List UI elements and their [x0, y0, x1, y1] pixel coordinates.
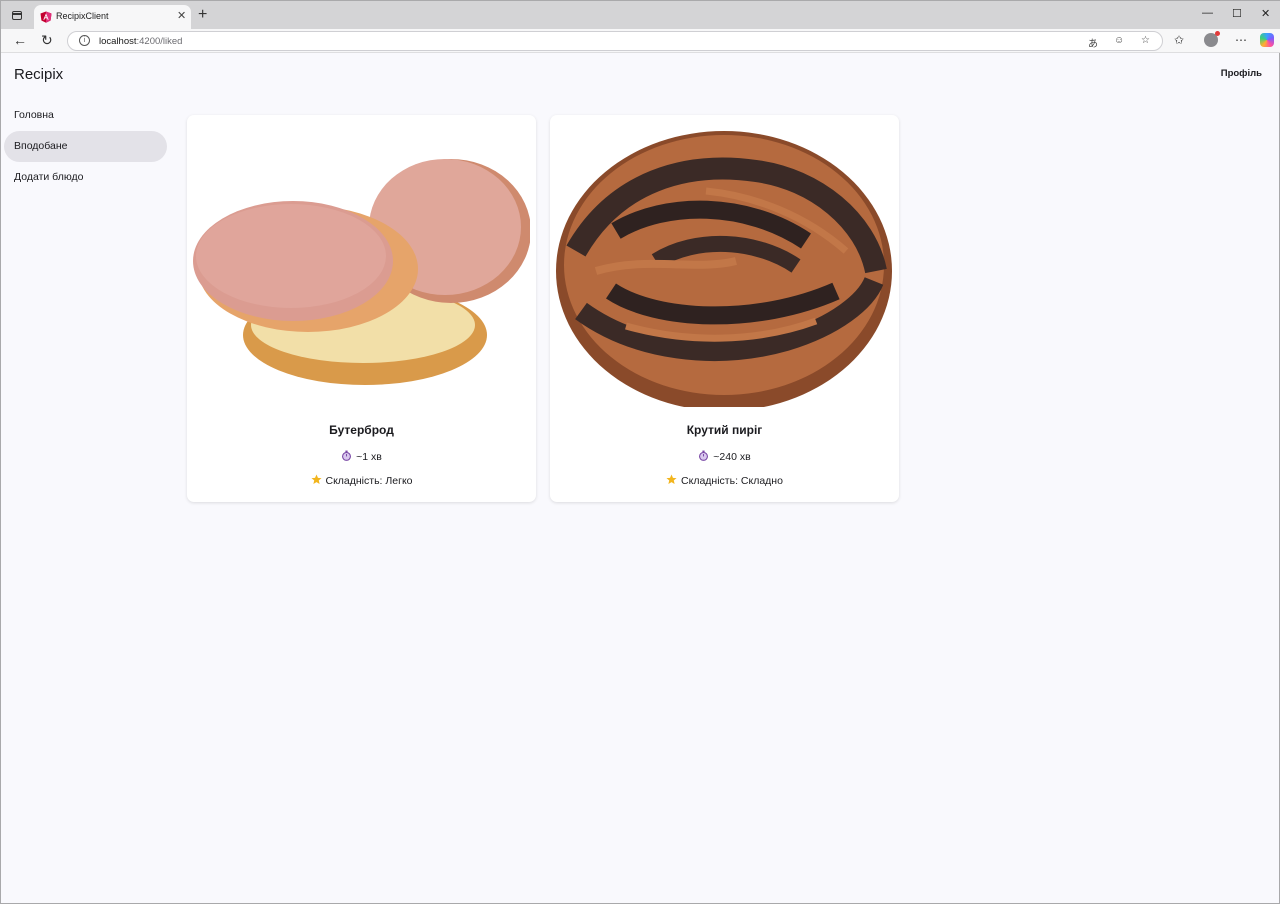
- recipe-card[interactable]: Крутий пиріг ~240 хв Складність: Складно: [550, 115, 899, 502]
- avatar[interactable]: [1204, 31, 1220, 47]
- tab-bar: RecipixClient ✕ + — ☐ ✕: [1, 1, 1280, 29]
- app-root: Recipix Профіль Головна Вподобане Додати…: [2, 54, 1279, 903]
- recipe-title: Бутерброд: [329, 423, 394, 437]
- address-bar[interactable]: i localhost:4200/liked あ ☺ ☆: [67, 31, 1163, 51]
- recipe-difficulty: Складність: Складно: [550, 474, 899, 487]
- recipe-time-value: ~1 хв: [356, 451, 382, 463]
- favorite-star-icon[interactable]: ☆: [1141, 35, 1150, 46]
- url-host: localhost: [99, 36, 137, 47]
- recipe-time: ~240 хв: [550, 450, 899, 463]
- new-tab-icon[interactable]: +: [198, 6, 207, 24]
- copilot-icon[interactable]: [1260, 33, 1274, 47]
- browser-toolbar: ← ↻ i localhost:4200/liked あ ☺ ☆ ✩ ⋯: [1, 29, 1280, 53]
- url-path: :4200/liked: [136, 36, 183, 47]
- recipe-difficulty: Складність: Легко: [187, 474, 536, 487]
- star-icon: [666, 474, 677, 484]
- sidebar-item-liked[interactable]: Вподобане: [4, 131, 167, 162]
- recipe-time-value: ~240 хв: [713, 451, 751, 463]
- sidebar-item-add-dish[interactable]: Додати блюдо: [4, 162, 167, 193]
- site-info-icon[interactable]: i: [79, 35, 90, 46]
- stopwatch-icon: [699, 450, 709, 461]
- recipe-card[interactable]: Бутерброд ~1 хв Складність: Легко: [187, 115, 536, 502]
- sidebar-item-label: Вподобане: [14, 140, 68, 152]
- poppy-cake-image: [556, 131, 892, 407]
- translate-icon[interactable]: あ: [1088, 35, 1098, 50]
- stopwatch-icon: [342, 450, 352, 461]
- browser-tab[interactable]: RecipixClient ✕: [34, 5, 191, 29]
- sidebar-item-label: Додати блюдо: [14, 171, 84, 183]
- reload-icon[interactable]: ↻: [41, 32, 53, 48]
- minimize-icon[interactable]: —: [1202, 7, 1213, 19]
- back-arrow-icon[interactable]: ←: [13, 32, 27, 48]
- tab-actions-icon[interactable]: [9, 7, 25, 23]
- tab-title: RecipixClient: [56, 11, 109, 21]
- app-brand[interactable]: Recipix: [14, 66, 63, 83]
- browser-window: RecipixClient ✕ + — ☐ ✕ ← ↻ i localhost:…: [0, 0, 1280, 904]
- sandwich-image: [193, 159, 530, 385]
- close-window-icon[interactable]: ✕: [1261, 7, 1270, 20]
- recipe-title: Крутий пиріг: [686, 423, 763, 437]
- sidebar-item-home[interactable]: Головна: [4, 100, 167, 131]
- more-menu-icon[interactable]: ⋯: [1235, 33, 1247, 47]
- url-text[interactable]: localhost:4200/liked: [99, 36, 182, 47]
- star-icon: [310, 474, 322, 484]
- reader-icon[interactable]: ☺: [1114, 35, 1124, 46]
- maximize-icon[interactable]: ☐: [1232, 7, 1242, 20]
- angular-favicon-icon: [40, 11, 52, 23]
- recipe-difficulty-value: Складність: Легко: [325, 475, 413, 487]
- tab-close-icon[interactable]: ✕: [177, 10, 186, 22]
- favorites-icon[interactable]: ✩: [1174, 33, 1184, 47]
- sidebar-item-label: Головна: [14, 109, 54, 121]
- profile-link[interactable]: Профіль: [1221, 68, 1262, 79]
- recipe-time: ~1 хв: [187, 450, 536, 463]
- recipe-difficulty-value: Складність: Складно: [681, 475, 783, 487]
- sidebar-nav: Головна Вподобане Додати блюдо: [4, 100, 167, 193]
